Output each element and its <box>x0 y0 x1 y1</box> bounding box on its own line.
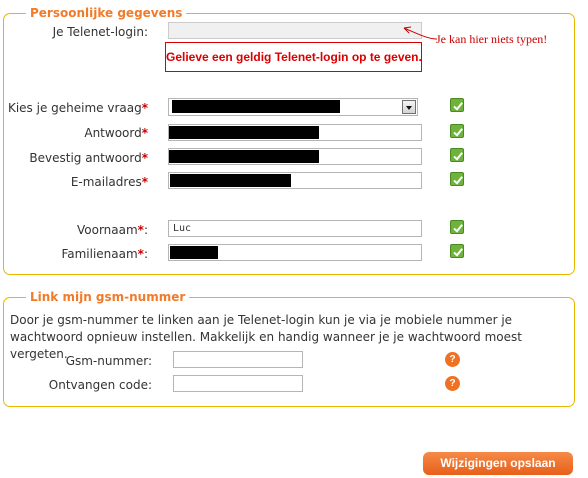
chevron-down-icon[interactable] <box>402 100 416 114</box>
required-marker: * <box>141 101 148 115</box>
annotation-arrow <box>403 26 438 40</box>
redacted-value <box>170 246 218 259</box>
email-label-text: E-mailadres <box>70 175 142 189</box>
confirm-answer-label: Bevestig antwoord* <box>29 150 148 166</box>
required-marker: * <box>141 151 148 165</box>
redacted-value <box>169 126 319 139</box>
error-message-box: Gelieve een geldig Telenet-login op te g… <box>165 42 422 72</box>
telenet-login-input[interactable] <box>168 22 422 39</box>
first-name-label-text: Voornaam <box>76 223 138 237</box>
last-name-label: Familienaam*: <box>61 246 148 262</box>
annotation-text: Je kan hier niets typen! <box>436 32 548 46</box>
answer-label: Antwoord* <box>84 125 148 141</box>
checkmark-icon <box>450 148 464 162</box>
help-icon[interactable]: ? <box>445 376 460 391</box>
received-code-input[interactable] <box>173 375 303 392</box>
checkmark-icon <box>450 172 464 186</box>
confirm-answer-input[interactable] <box>168 148 422 165</box>
label-suffix: : <box>143 223 148 237</box>
secret-question-label: Kies je geheime vraag* <box>8 100 148 116</box>
first-name-input[interactable]: Luc <box>168 220 422 237</box>
received-code-label: Ontvangen code: <box>48 378 152 392</box>
first-name-value: Luc <box>173 223 192 234</box>
gsm-number-input[interactable] <box>173 351 303 368</box>
redacted-value <box>170 174 291 187</box>
save-changes-button[interactable]: Wijzigingen opslaan <box>423 452 573 475</box>
answer-label-text: Antwoord <box>84 126 142 140</box>
label-suffix: : <box>143 247 148 261</box>
email-input[interactable] <box>168 172 422 189</box>
error-message-text: Gelieve een geldig Telenet-login op te g… <box>166 50 422 64</box>
answer-input[interactable] <box>168 124 422 141</box>
help-icon[interactable]: ? <box>445 352 460 367</box>
checkmark-icon <box>450 244 464 258</box>
redacted-value <box>172 100 340 113</box>
secret-question-label-text: Kies je geheime vraag <box>7 101 142 115</box>
personal-details-legend: Persoonlijke gegevens <box>26 5 187 21</box>
checkmark-icon <box>450 220 464 234</box>
checkmark-icon <box>450 124 464 138</box>
telenet-login-label: Je Telenet-login: <box>52 25 148 39</box>
gsm-number-label: Gsm-nummer: <box>65 354 152 368</box>
gsm-link-legend: Link mijn gsm-nummer <box>26 289 190 305</box>
required-marker: * <box>141 175 148 189</box>
first-name-label: Voornaam*: <box>77 222 148 238</box>
confirm-answer-label-text: Bevestig antwoord <box>29 151 142 165</box>
last-name-input[interactable] <box>168 244 422 261</box>
required-marker: * <box>141 126 148 140</box>
last-name-label-text: Familienaam <box>61 247 138 261</box>
redacted-value <box>169 150 319 163</box>
secret-question-select[interactable] <box>168 98 418 116</box>
checkmark-icon <box>450 98 464 112</box>
email-label: E-mailadres* <box>71 174 148 190</box>
